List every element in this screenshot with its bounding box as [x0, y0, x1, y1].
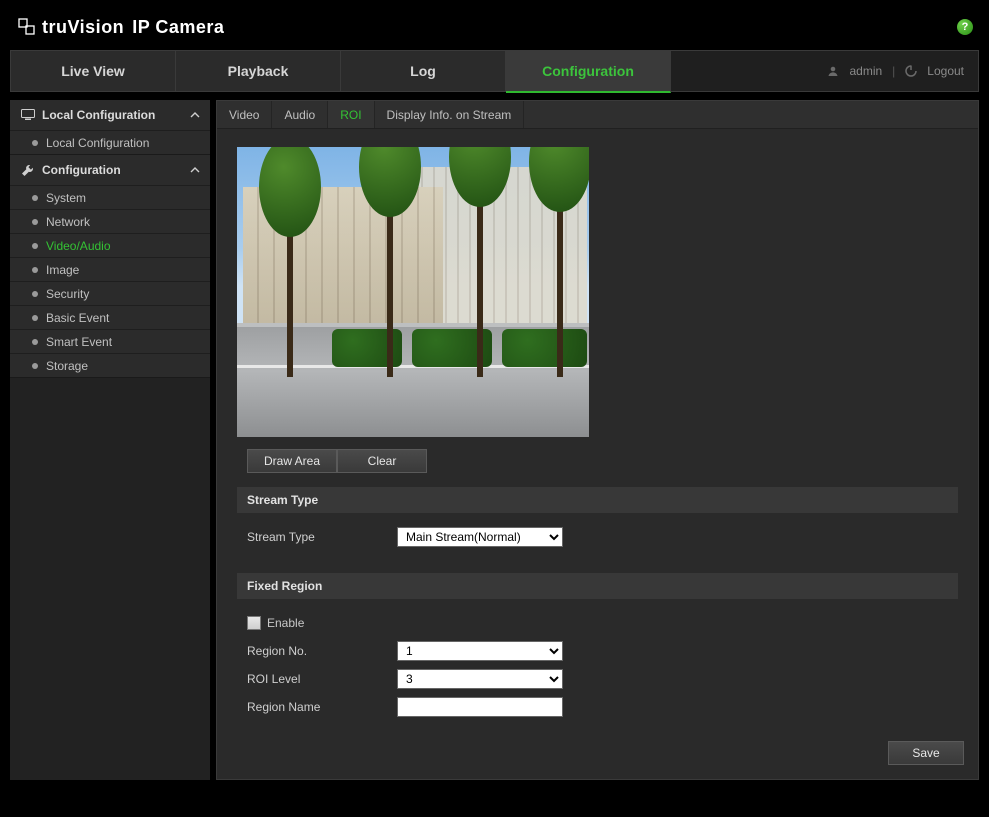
tab-configuration[interactable]: Configuration: [506, 51, 671, 93]
sidebar-group-title: Local Configuration: [42, 108, 155, 122]
sidebar-group-local-configuration[interactable]: Local Configuration: [10, 100, 210, 130]
section-fixed-region: Fixed Region: [237, 573, 958, 599]
clear-button[interactable]: Clear: [337, 449, 427, 473]
logout-link[interactable]: Logout: [927, 64, 964, 78]
stream-type-label: Stream Type: [247, 530, 397, 544]
roi-level-label: ROI Level: [247, 672, 397, 686]
enable-label: Enable: [267, 616, 304, 630]
subtabs: Video Audio ROI Display Info. on Stream: [217, 101, 978, 129]
sidebar-item-image[interactable]: Image: [10, 257, 210, 281]
user-icon: [827, 65, 839, 77]
brand-product: IP Camera: [132, 17, 224, 38]
sidebar: Local Configuration Local Configuration …: [10, 100, 210, 780]
monitor-icon: [20, 109, 36, 121]
subtab-audio[interactable]: Audio: [272, 101, 328, 128]
sidebar-item-security[interactable]: Security: [10, 281, 210, 305]
stream-type-select[interactable]: Main Stream(Normal): [397, 527, 563, 547]
chevron-up-icon: [190, 110, 200, 120]
save-button[interactable]: Save: [888, 741, 964, 765]
top-nav: Live View Playback Log Configuration adm…: [10, 50, 979, 92]
subtab-display-info[interactable]: Display Info. on Stream: [375, 101, 525, 128]
sidebar-item-smart-event[interactable]: Smart Event: [10, 329, 210, 353]
brand-name: truVision: [42, 17, 124, 38]
user-box: admin | Logout: [827, 51, 978, 91]
enable-checkbox[interactable]: [247, 616, 261, 630]
subtab-roi[interactable]: ROI: [328, 101, 374, 128]
tab-live-view[interactable]: Live View: [11, 51, 176, 91]
sidebar-item-basic-event[interactable]: Basic Event: [10, 305, 210, 329]
roi-level-select[interactable]: 3: [397, 669, 563, 689]
sidebar-group-title: Configuration: [42, 163, 121, 177]
sidebar-item-video-audio[interactable]: Video/Audio: [10, 233, 210, 257]
sidebar-group-configuration[interactable]: Configuration: [10, 155, 210, 185]
region-no-select[interactable]: 1: [397, 641, 563, 661]
region-name-label: Region Name: [247, 700, 397, 714]
section-stream-type: Stream Type: [237, 487, 958, 513]
brand-icon: [18, 18, 36, 36]
content-panel: Video Audio ROI Display Info. on Stream …: [216, 100, 979, 780]
sidebar-item-local-configuration[interactable]: Local Configuration: [10, 130, 210, 154]
draw-area-button[interactable]: Draw Area: [247, 449, 337, 473]
wrench-icon: [20, 163, 36, 177]
sidebar-item-storage[interactable]: Storage: [10, 353, 210, 377]
separator: |: [892, 64, 895, 78]
sidebar-item-network[interactable]: Network: [10, 209, 210, 233]
chevron-up-icon: [190, 165, 200, 175]
brand-bar: truVision IP Camera ?: [10, 8, 979, 46]
tab-playback[interactable]: Playback: [176, 51, 341, 91]
user-name[interactable]: admin: [849, 64, 882, 78]
subtab-video[interactable]: Video: [217, 101, 272, 128]
region-name-input[interactable]: [397, 697, 563, 717]
help-icon[interactable]: ?: [957, 19, 973, 35]
region-no-label: Region No.: [247, 644, 397, 658]
video-preview[interactable]: [237, 147, 589, 437]
sidebar-item-system[interactable]: System: [10, 185, 210, 209]
tab-log[interactable]: Log: [341, 51, 506, 91]
logout-icon: [905, 65, 917, 77]
